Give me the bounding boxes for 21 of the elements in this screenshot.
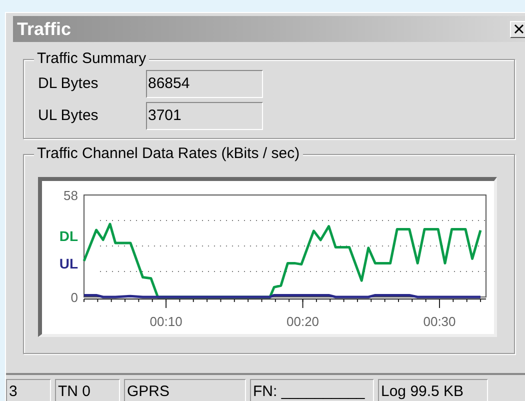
y-tick-label: 0: [70, 290, 78, 305]
status-panel: GPRS: [124, 379, 246, 401]
value-field: 86854: [146, 70, 263, 98]
x-tick-label: 00:20: [286, 314, 320, 329]
value-field: 3701: [146, 102, 263, 130]
legend-label: UL: [59, 255, 78, 272]
x-tick-label: 00:10: [150, 314, 182, 329]
close-icon: [514, 24, 524, 34]
status-panel: 3: [6, 379, 51, 401]
status-panel: FN: __________: [250, 379, 374, 401]
window-title: Traffic: [17, 18, 72, 40]
status-panel: TN 0: [55, 379, 120, 401]
x-tick-label: 00:30: [423, 314, 456, 329]
group-title: Traffic Channel Data Rates (kBits / sec): [34, 145, 303, 163]
legend-label: DL: [59, 228, 78, 244]
y-tick-label: 58: [64, 188, 78, 203]
group-title: Traffic Summary: [34, 50, 150, 68]
field-label: UL Bytes: [38, 106, 100, 126]
status-panel: Log 99.5 KB: [378, 379, 488, 401]
field-label: DL Bytes: [38, 74, 100, 94]
close-button[interactable]: [510, 20, 525, 38]
